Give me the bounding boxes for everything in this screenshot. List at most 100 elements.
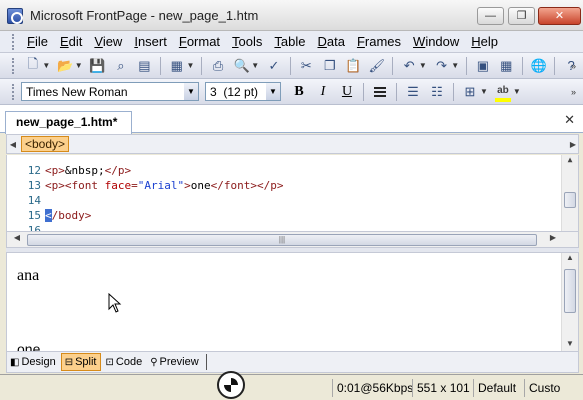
rendering-mode-status[interactable]: Default — [473, 379, 520, 397]
hyperlink-globe-icon[interactable]: 🌐 — [529, 56, 548, 76]
menu-item-data[interactable]: Data — [311, 32, 350, 52]
open-folder-icon[interactable]: 📂 — [55, 56, 74, 76]
bold-button[interactable]: B — [289, 82, 309, 102]
code-vertical-scrollbar[interactable]: ▲ — [561, 155, 578, 231]
preview-dropdown-arrow-icon[interactable]: ▼ — [251, 61, 259, 70]
busy-hourglass-icon — [217, 371, 245, 399]
bulleted-list-icon[interactable]: ☷ — [427, 82, 447, 102]
scroll-down-icon[interactable]: ▼ — [562, 339, 578, 348]
menu-item-view[interactable]: View — [88, 32, 128, 52]
toolbar-grip-handle[interactable] — [12, 57, 15, 74]
code-line[interactable]: 13 <p><font face="Arial">one</font></p> — [7, 178, 284, 193]
design-paragraph-2[interactable]: one — [17, 341, 40, 351]
menu-item-format[interactable]: Format — [173, 32, 226, 52]
borders-dropdown-arrow-icon[interactable]: ▼ — [480, 87, 488, 96]
code-line[interactable]: 16 — [7, 223, 45, 231]
tab-split[interactable]: ⊟ Split — [60, 353, 101, 371]
code-line[interactable]: 12 <p>&nbsp;</p> — [7, 163, 131, 178]
toggle-pane-icon[interactable]: ▦ — [167, 56, 186, 76]
toolbar-overflow-chevron-icon[interactable]: » — [571, 87, 581, 97]
preview-icon[interactable]: 🔍 — [232, 56, 251, 76]
toolbar-separator — [522, 56, 524, 75]
scroll-up-icon[interactable]: ▲ — [562, 253, 578, 262]
new-dropdown-arrow-icon[interactable]: ▼ — [42, 61, 50, 70]
tab-code[interactable]: ⊡ Code — [103, 353, 146, 371]
menu-item-help[interactable]: Help — [465, 32, 504, 52]
chevron-down-icon[interactable]: ▼ — [266, 83, 280, 100]
open-dropdown-arrow-icon[interactable]: ▼ — [75, 61, 83, 70]
save-icon[interactable]: 💾 — [88, 56, 107, 76]
pane-dropdown-arrow-icon[interactable]: ▼ — [187, 61, 195, 70]
undo-dropdown-arrow-icon[interactable]: ▼ — [419, 61, 427, 70]
menu-item-table[interactable]: Table — [268, 32, 311, 52]
code-token: </font></p> — [210, 179, 284, 192]
cut-icon[interactable]: ✂ — [297, 56, 316, 76]
frontpage-app-icon[interactable] — [7, 8, 23, 24]
view-tabs-bar: ◧ Design ⊟ Split ⊡ Code ⚲ Preview — [6, 351, 579, 373]
code-line[interactable]: 15 </body> — [7, 208, 91, 223]
publish-icon[interactable]: ▤ — [135, 56, 154, 76]
menu-item-window[interactable]: Window — [407, 32, 465, 52]
format-painter-icon[interactable]: 🖌 — [367, 56, 386, 76]
horizontal-scroll-thumb[interactable]: ||| — [27, 234, 537, 246]
code-line[interactable]: 14 — [7, 193, 45, 208]
highlight-dropdown-arrow-icon[interactable]: ▼ — [513, 87, 521, 96]
toolbar-overflow-chevron-icon[interactable]: » — [571, 61, 581, 71]
line-number: 12 — [27, 164, 41, 177]
font-size-select[interactable]: 3 (12 pt) ▼ — [205, 82, 281, 101]
tag-scroll-right-icon[interactable]: ▶ — [570, 140, 576, 149]
close-button[interactable]: ✕ — [538, 7, 581, 25]
tab-new-page-1[interactable]: new_page_1.htm* — [5, 111, 133, 134]
underline-button[interactable]: U — [337, 82, 357, 102]
redo-icon[interactable]: ↷ — [432, 56, 451, 76]
code-horizontal-scrollbar[interactable]: ◀ ||| ▶ — [6, 231, 579, 248]
highlight-icon[interactable]: ab — [493, 82, 513, 102]
page-dimensions-status[interactable]: 551 x 101 — [412, 379, 474, 397]
menu-item-tools[interactable]: Tools — [226, 32, 268, 52]
print-icon[interactable]: ⎙ — [208, 56, 227, 76]
design-scroll-thumb[interactable] — [564, 269, 576, 313]
line-number: 15 — [27, 209, 41, 222]
code-scroll-thumb[interactable] — [564, 192, 576, 208]
view-tabs-separator — [205, 354, 207, 370]
scroll-left-icon[interactable]: ◀ — [9, 233, 25, 242]
design-vertical-scrollbar[interactable]: ▲ ▼ — [561, 253, 578, 351]
menu-item-edit[interactable]: Edit — [54, 32, 88, 52]
new-page-icon[interactable]: 🗋 — [23, 56, 42, 76]
toolbar-grip-handle[interactable] — [12, 83, 15, 100]
maximize-button[interactable]: ❐ — [508, 7, 535, 25]
code-token: face — [104, 179, 132, 192]
insert-table-icon[interactable]: ▦ — [497, 56, 516, 76]
tab-preview[interactable]: ⚲ Preview — [147, 353, 201, 371]
italic-button[interactable]: I — [313, 82, 333, 102]
close-document-icon[interactable]: ✕ — [564, 112, 575, 128]
menu-item-insert[interactable]: Insert — [128, 32, 173, 52]
download-time-status: 0:01@56Kbps — [332, 379, 417, 397]
align-justify-icon[interactable] — [370, 82, 390, 102]
search-binoculars-icon[interactable]: ⌕ — [111, 56, 130, 76]
borders-icon[interactable]: ⊞ — [460, 82, 480, 102]
redo-dropdown-arrow-icon[interactable]: ▼ — [451, 61, 459, 70]
paste-icon[interactable]: 📋 — [344, 56, 363, 76]
numbered-list-icon[interactable]: ☰ — [403, 82, 423, 102]
menu-item-file[interactable]: File — [21, 32, 54, 52]
tag-scroll-left-icon[interactable]: ◀ — [7, 140, 19, 149]
spelling-icon[interactable]: ✓ — [264, 56, 283, 76]
undo-icon[interactable]: ↶ — [399, 56, 418, 76]
copy-icon[interactable]: ❐ — [320, 56, 339, 76]
web-component-icon[interactable]: ▣ — [473, 56, 492, 76]
menu-item-frames[interactable]: Frames — [351, 32, 407, 52]
code-view-pane[interactable]: 12 <p>&nbsp;</p> 13 <p><font face="Arial">o… — [6, 155, 579, 231]
design-paragraph-1[interactable]: ana — [17, 267, 39, 285]
tab-design[interactable]: ◧ Design — [7, 353, 59, 371]
minimize-button[interactable]: — — [477, 7, 504, 25]
custom-status[interactable]: Custo — [524, 379, 564, 397]
quick-tag-body[interactable]: <body> — [21, 136, 70, 152]
chevron-down-icon[interactable]: ▼ — [184, 83, 198, 100]
status-bar: 0:01@56Kbps 551 x 101 Default Custo — [0, 371, 583, 400]
scroll-up-icon[interactable]: ▲ — [562, 155, 578, 164]
font-name-select[interactable]: Times New Roman ▼ — [21, 82, 199, 101]
scroll-right-icon[interactable]: ▶ — [545, 233, 561, 242]
design-view-pane[interactable]: ana one ▲ ▼ — [6, 253, 579, 351]
menu-grip-handle[interactable] — [12, 33, 15, 50]
